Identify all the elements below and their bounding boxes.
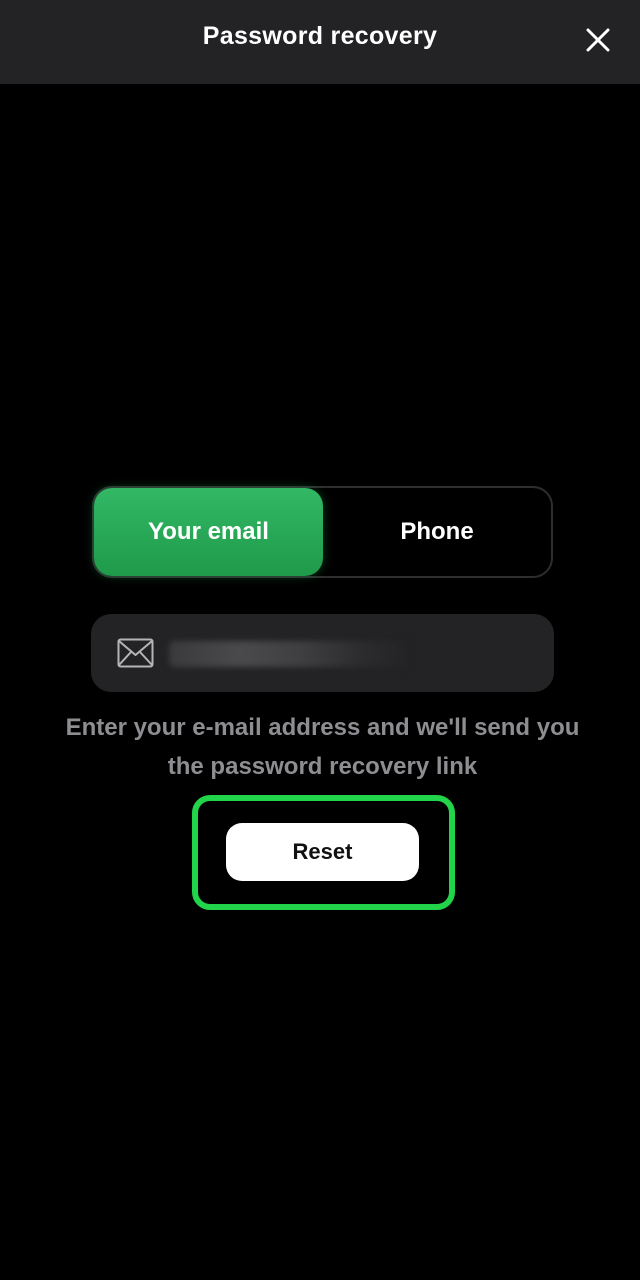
recovery-method-tabs: Your email Phone — [92, 486, 553, 578]
tab-phone[interactable]: Phone — [323, 488, 551, 576]
email-field[interactable] — [91, 614, 554, 692]
email-input[interactable] — [167, 640, 507, 668]
close-button[interactable] — [578, 20, 618, 60]
password-recovery-screen: Password recovery Your email Phone Enter… — [0, 0, 640, 1280]
tab-email[interactable]: Your email — [94, 488, 323, 576]
mail-icon — [117, 638, 154, 668]
close-icon — [586, 28, 610, 52]
hint-text: Enter your e-mail address and we'll send… — [65, 714, 580, 780]
header-bar: Password recovery — [0, 0, 640, 84]
reset-button[interactable]: Reset — [226, 823, 419, 881]
page-title: Password recovery — [202, 22, 438, 50]
